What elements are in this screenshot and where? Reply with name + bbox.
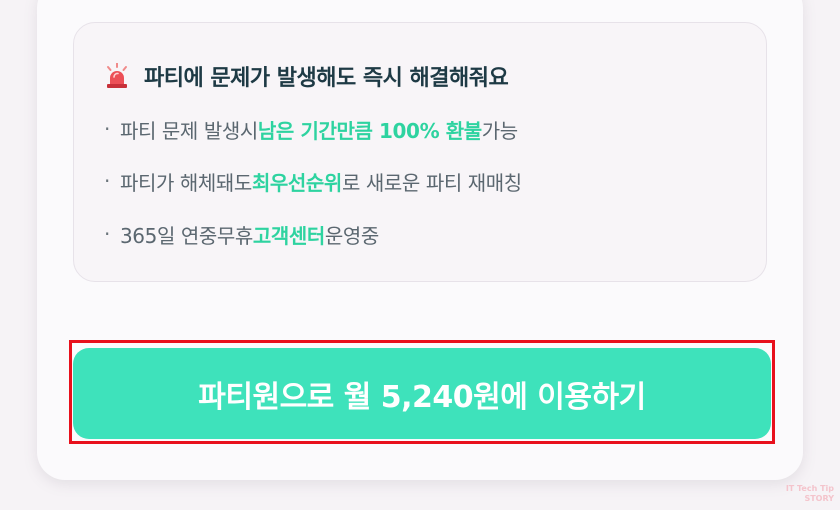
- guarantee-item-rematch: · 파티가 해체돼도 최우선순위 로 새로운 파티 재매칭: [104, 166, 522, 196]
- guarantee-item-refund: · 파티 문제 발생시 남은 기간만큼 100% 환불 가능: [104, 114, 518, 144]
- bullet: ·: [104, 222, 110, 246]
- siren-icon: [107, 63, 127, 88]
- item-highlight: 남은 기간만큼 100% 환불: [257, 118, 482, 143]
- bullet: ·: [104, 169, 110, 193]
- item-text: 파티가 해체돼도: [119, 170, 252, 195]
- bullet: ·: [104, 117, 110, 141]
- guarantee-title-row: 파티에 문제가 발생해도 즉시 해결해줘요: [106, 61, 509, 91]
- item-highlight: 고객센터: [252, 223, 325, 248]
- item-text: 파티 문제 발생시: [119, 118, 258, 143]
- watermark-line-2: STORY: [804, 494, 834, 503]
- item-highlight: 최우선순위: [251, 170, 342, 195]
- guarantee-title: 파티에 문제가 발생해도 즉시 해결해줘요: [144, 66, 509, 91]
- item-text-tail: 운영중: [324, 223, 379, 248]
- watermark: IT Tech Tip STORY: [786, 484, 834, 504]
- item-text: 365일 연중무휴: [119, 223, 253, 248]
- item-text-tail: 로 새로운 파티 재매칭: [341, 170, 522, 195]
- guarantee-item-support: · 365일 연중무휴 고객센터 운영중: [104, 219, 379, 249]
- item-text-tail: 가능: [481, 118, 518, 143]
- join-party-button[interactable]: 파티원으로 월 5,240원에 이용하기: [73, 348, 771, 439]
- watermark-line-1: IT Tech Tip: [785, 484, 834, 493]
- guarantee-info-box: 파티에 문제가 발생해도 즉시 해결해줘요 · 파티 문제 발생시 남은 기간만…: [73, 22, 767, 282]
